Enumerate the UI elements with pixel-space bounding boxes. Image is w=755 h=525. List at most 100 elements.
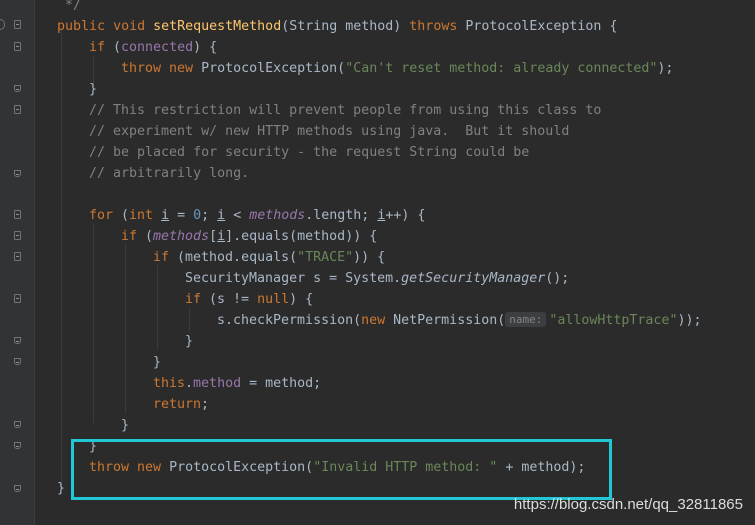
static-method-call: getSecurityManager — [401, 271, 546, 286]
override-method-icon[interactable] — [0, 19, 5, 30]
code-text: ++) { — [385, 208, 426, 223]
indent-guide — [189, 307, 190, 332]
code-line: throw new ProtocolException("Can't reset… — [121, 58, 673, 79]
code-text: )); — [677, 313, 702, 328]
fold-end-icon[interactable] — [14, 485, 21, 492]
fold-toggle-icon[interactable] — [14, 42, 21, 51]
code-text: = — [169, 208, 194, 223]
number-literal: 0 — [193, 208, 202, 223]
code-line: if (method.equals("TRACE")) { — [153, 247, 385, 268]
fold-toggle-icon[interactable] — [14, 231, 21, 240]
loop-variable: i — [161, 208, 170, 223]
code-line: // This restriction will prevent people … — [89, 100, 601, 121]
string-literal: "Can't reset method: already connected" — [345, 61, 658, 76]
loop-variable: i — [217, 229, 226, 244]
fold-end-icon[interactable] — [14, 358, 21, 365]
code-text: (s != — [201, 292, 258, 307]
code-text: ) { — [289, 292, 314, 307]
code-line: if (methods[i].equals(method)) { — [121, 226, 377, 247]
code-line: s.checkPermission(new NetPermission(name… — [217, 310, 701, 331]
comment-end: */ — [65, 0, 82, 13]
keyword: int — [129, 208, 154, 223]
code-text: ( — [105, 40, 122, 55]
code-text: < — [225, 208, 250, 223]
watermark-text: https://blog.csdn.net/qq_32811865 — [513, 496, 743, 513]
code-text: = method; — [241, 376, 322, 391]
indent-guide — [125, 244, 126, 414]
fold-toggle-icon[interactable] — [14, 294, 21, 303]
code-text: . — [185, 376, 194, 391]
code-line: public void setRequestMethod(String meth… — [57, 16, 617, 37]
fold-end-icon[interactable] — [14, 337, 21, 344]
fold-end-icon[interactable] — [14, 442, 21, 449]
fold-end-icon[interactable] — [14, 170, 21, 177]
code-text: s.checkPermission( — [217, 313, 362, 328]
code-line: for (int i = 0; i < methods.length; i++)… — [89, 205, 425, 226]
code-text: ProtocolException( — [193, 61, 346, 76]
static-field-ref: methods — [249, 208, 306, 223]
string-literal: "allowHttpTrace" — [549, 313, 678, 328]
comment: // experiment w/ new HTTP methods using … — [89, 124, 570, 139]
keyword: if — [153, 250, 170, 265]
code-editor[interactable]: */ public void setRequestMethod(String m… — [0, 0, 755, 525]
fold-toggle-icon[interactable] — [14, 105, 21, 114]
comment: // This restriction will prevent people … — [89, 103, 602, 118]
code-text: ( — [113, 208, 130, 223]
code-line: SecurityManager s = System.getSecurityMa… — [185, 268, 569, 289]
static-field-ref: methods — [153, 229, 210, 244]
code-text: )) { — [353, 250, 386, 265]
code-text: ( — [137, 229, 154, 244]
comment: // be placed for security - the request … — [89, 145, 530, 160]
code-text: (method.equals( — [169, 250, 298, 265]
keyword: if — [89, 40, 106, 55]
code-text: } — [153, 355, 162, 370]
code-line: } — [185, 331, 193, 352]
code-text: } — [121, 418, 130, 433]
code-text: ; — [201, 208, 218, 223]
keyword: public — [57, 19, 106, 34]
code-line: } — [121, 415, 129, 436]
code-text: (); — [545, 271, 570, 286]
code-text: (String method) — [281, 19, 410, 34]
keyword: void — [113, 19, 146, 34]
code-text: } — [185, 334, 194, 349]
keyword: new — [361, 313, 386, 328]
code-text: ProtocolException { — [457, 19, 618, 34]
code-text: ].equals(method)) { — [225, 229, 378, 244]
code-line: // experiment w/ new HTTP methods using … — [89, 121, 569, 142]
keyword: null — [257, 292, 290, 307]
gutter-separator — [34, 0, 35, 525]
keyword: throw — [121, 61, 162, 76]
keyword: if — [185, 292, 202, 307]
code-line: if (s != null) { — [185, 289, 313, 310]
string-literal: "TRACE" — [297, 250, 354, 265]
fold-end-icon[interactable] — [14, 421, 21, 428]
code-line: } — [89, 79, 97, 100]
fold-toggle-icon[interactable] — [14, 252, 21, 261]
indent-guide — [93, 223, 94, 423]
code-text: SecurityManager s = System. — [185, 271, 402, 286]
code-line: this.method = method; — [153, 373, 321, 394]
code-text: ) { — [193, 40, 218, 55]
fold-toggle-icon[interactable] — [14, 210, 21, 219]
editor-gutter — [0, 0, 34, 525]
code-line: // be placed for security - the request … — [89, 142, 529, 163]
code-line: } — [153, 352, 161, 373]
indent-guide — [157, 265, 158, 350]
keyword: if — [121, 229, 138, 244]
code-text: [ — [209, 229, 218, 244]
parameter-name-hint: name: — [505, 312, 547, 327]
code-line: if (connected) { — [89, 37, 217, 58]
fold-end-icon[interactable] — [14, 85, 21, 92]
comment: // arbitrarily long. — [89, 166, 250, 181]
indent-guide — [61, 30, 62, 490]
keyword: for — [89, 208, 114, 223]
fold-toggle-icon[interactable] — [14, 20, 21, 29]
loop-variable: i — [217, 208, 226, 223]
code-text: } — [89, 82, 98, 97]
annotation-highlight-box — [71, 439, 612, 500]
keyword: return — [153, 397, 202, 412]
field-ref: connected — [121, 40, 194, 55]
code-text: ); — [657, 61, 674, 76]
